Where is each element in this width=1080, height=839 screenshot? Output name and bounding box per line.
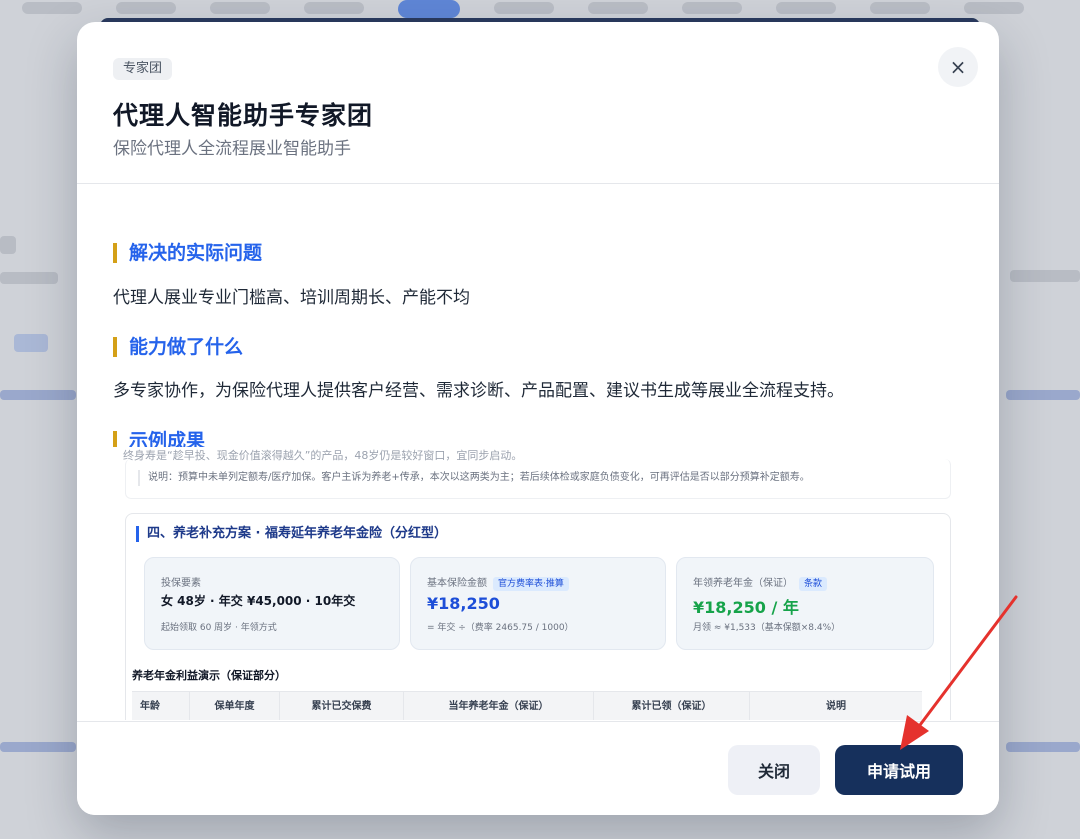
card-value: ¥18,250 / 年	[693, 598, 799, 617]
section-text-problem: 代理人展业专业门槛高、培训周期长、产能不均	[113, 288, 470, 308]
card-label: 投保要素	[161, 578, 201, 589]
table-header-cell: 当年养老年金（保证）	[404, 692, 594, 720]
modal-title: 代理人智能助手专家团	[113, 101, 374, 130]
card-sub: 月领 ≈ ¥1,533（基本保额×8.4%）	[693, 623, 841, 633]
modal-subtitle: 保险代理人全流程展业智能助手	[113, 139, 351, 159]
note-box: 说明：预算中未单列定额寿/医疗加保。客户主诉为养老+传承，本次以这两类为主；若后…	[125, 459, 951, 499]
table-heading: 养老年金利益演示（保证部分）	[132, 669, 286, 682]
table-header-cell: 累计已交保费	[280, 692, 404, 720]
card-sub: = 年交 ÷（费率 2465.75 / 1000）	[427, 623, 574, 633]
table-header-cell: 说明	[826, 701, 846, 712]
clause-badge: 条款	[799, 577, 828, 591]
example-result-preview[interactable]: 终身寿是“趁早投、现金价值滚得越久”的产品，48岁仍是较好窗口，宜同步启动。 说…	[113, 447, 963, 720]
card-annuity: 年领养老年金（保证） 条款 ¥18,250 / 年 月领 ≈ ¥1,533（基本保…	[676, 557, 934, 650]
rate-badge: 官方费率表·推算	[493, 577, 569, 591]
plan-card: 四、养老补充方案 · 福寿延年养老年金险（分红型） 投保要素 女 48岁 · 年…	[125, 513, 951, 720]
card-value: ¥18,250	[427, 594, 500, 613]
card-value: 女 48岁 · 年交 ¥45,000 · 10年交	[161, 594, 356, 608]
modal-header: 专家团 代理人智能助手专家团 保险代理人全流程展业智能助手 ×	[77, 22, 999, 184]
close-button[interactable]: 关闭	[728, 745, 820, 795]
section-text-capability: 多专家协作，为保险代理人提供客户经营、需求诊断、产品配置、建议书生成等展业全流程…	[113, 381, 844, 401]
table-header-cell: 年龄	[132, 692, 190, 720]
apply-trial-button[interactable]: 申请试用	[835, 745, 963, 795]
close-icon[interactable]: ×	[938, 47, 978, 87]
note-text: 说明：预算中未单列定额寿/医疗加保。客户主诉为养老+传承，本次以这两类为主；若后…	[138, 470, 810, 486]
section-title-capability: 能力做了什么	[113, 337, 243, 357]
category-tag: 专家团	[113, 58, 173, 80]
modal-footer: 关闭 申请试用	[77, 721, 999, 815]
table-header-cell: 保单年度	[190, 692, 280, 720]
card-insured-info: 投保要素 女 48岁 · 年交 ¥45,000 · 10年交 起始领取 60 周…	[144, 557, 400, 650]
card-label: 基本保险金额	[427, 578, 487, 589]
background-nav	[0, 0, 1080, 18]
card-basic-sum: 基本保险金额 官方费率表·推算 ¥18,250 = 年交 ÷（费率 2465.75…	[410, 557, 666, 650]
section-title-problem: 解决的实际问题	[113, 243, 262, 263]
modal-body[interactable]: 解决的实际问题 代理人展业专业门槛高、培训周期长、产能不均 能力做了什么 多专家…	[77, 185, 999, 720]
card-label: 年领养老年金（保证）	[693, 578, 793, 589]
expert-team-modal: 专家团 代理人智能助手专家团 保险代理人全流程展业智能助手 × 解决的实际问题 …	[77, 22, 999, 815]
plan-title: 四、养老补充方案 · 福寿延年养老年金险（分红型）	[136, 526, 447, 542]
card-sub: 起始领取 60 周岁 · 年领方式	[161, 623, 277, 633]
table-header-row: 年龄 保单年度 累计已交保费 当年养老年金（保证） 累计已领（保证） 说明	[132, 691, 922, 720]
table-header-cell: 累计已领（保证）	[594, 692, 750, 720]
